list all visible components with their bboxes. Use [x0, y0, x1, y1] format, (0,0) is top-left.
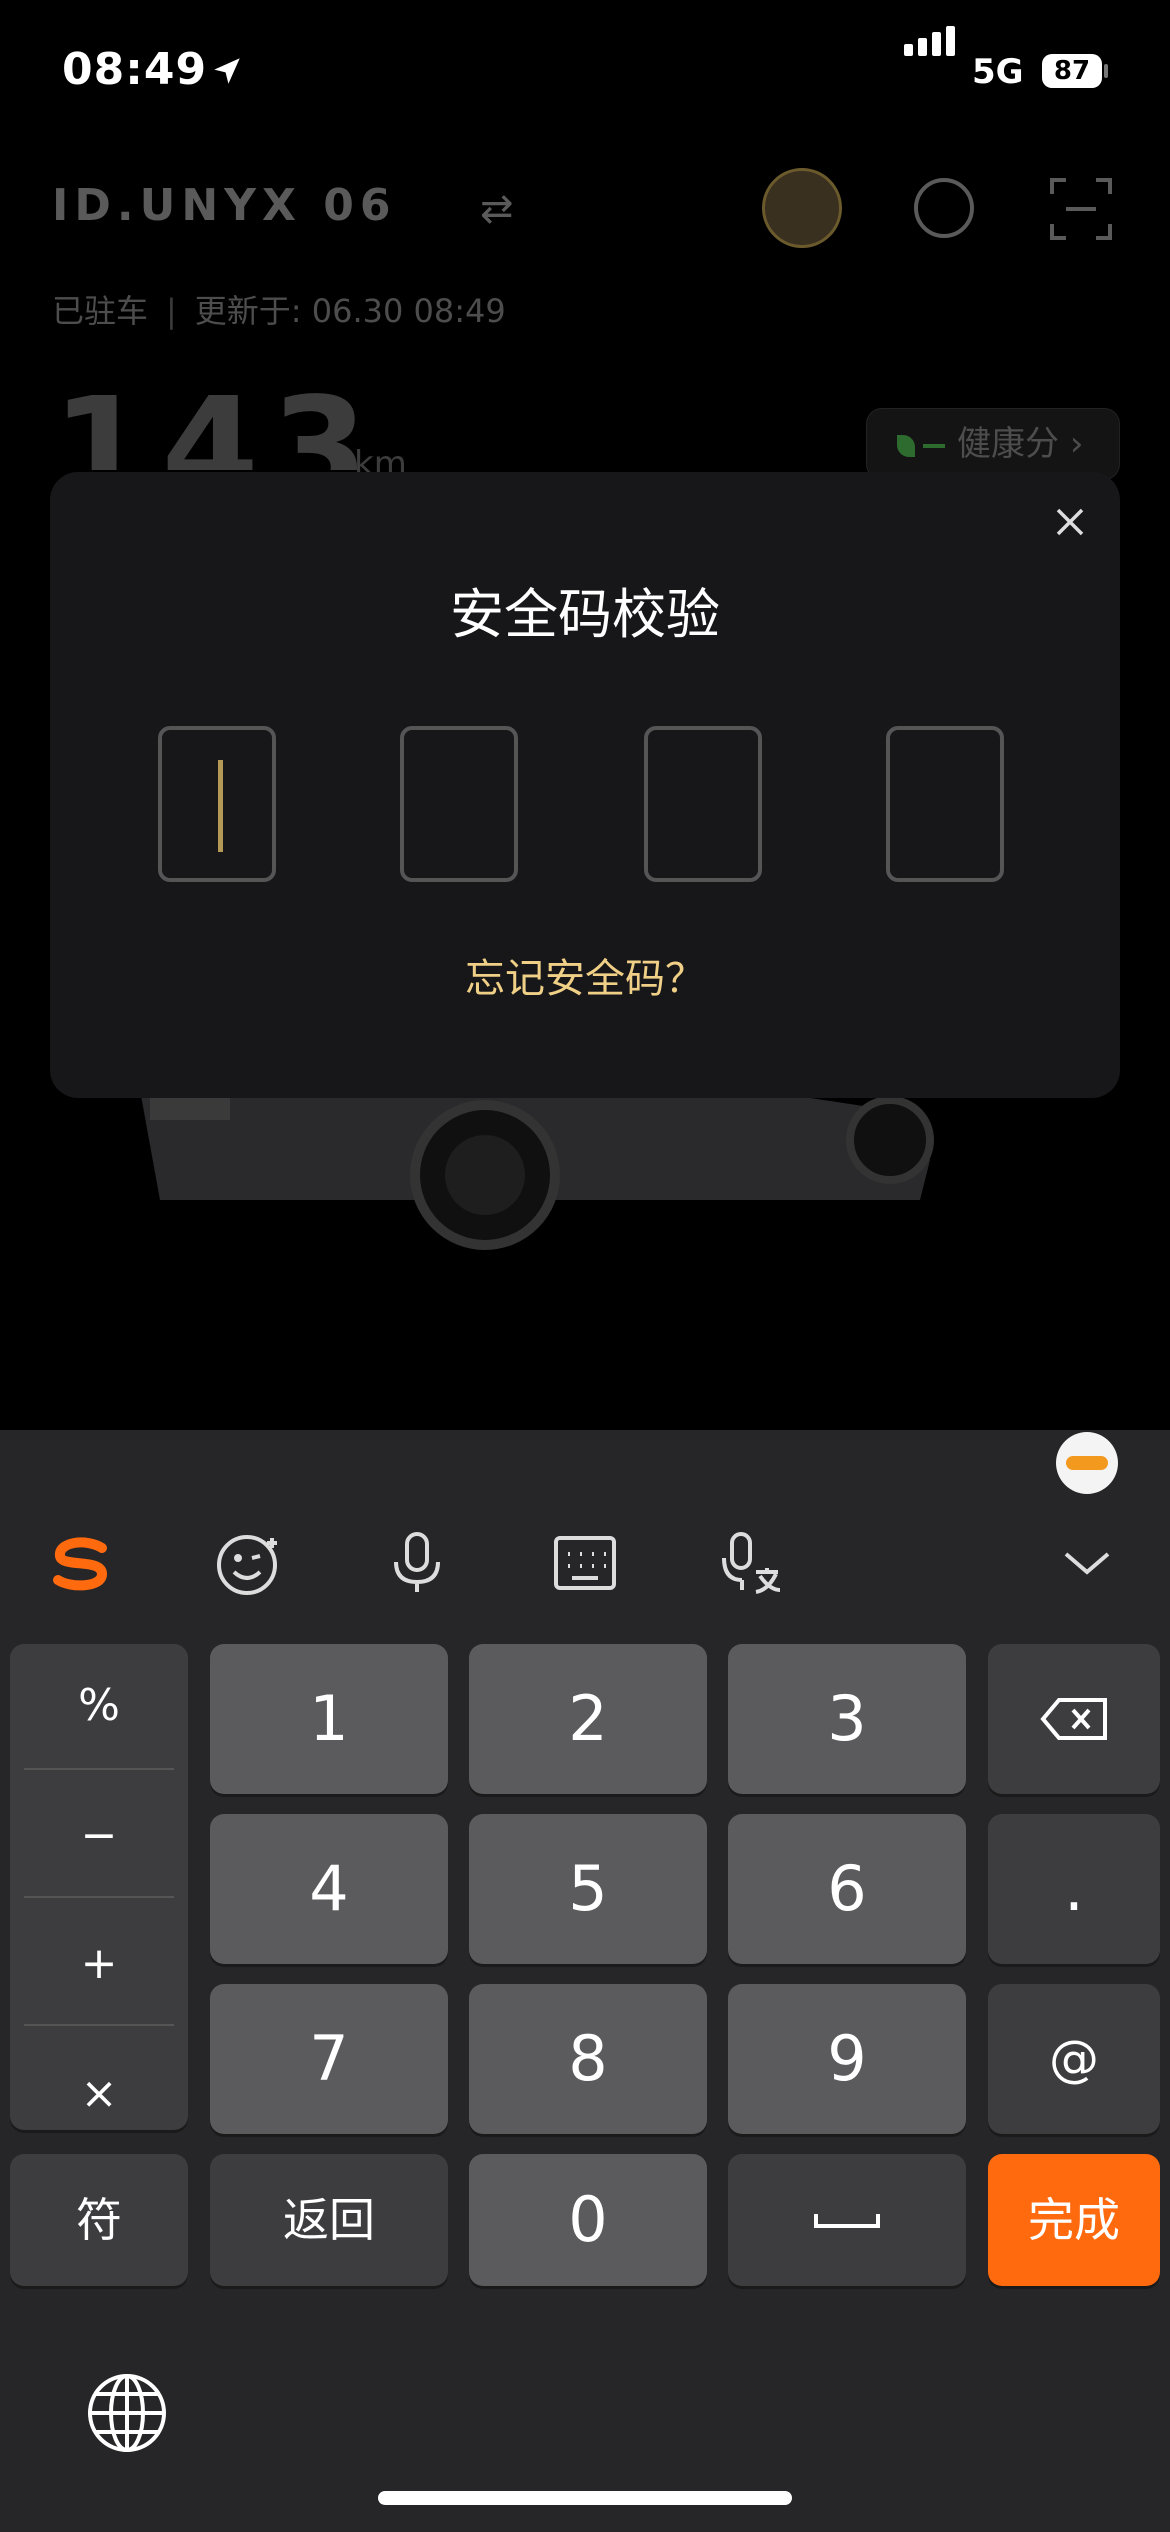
plus-key[interactable]: + — [10, 1904, 188, 2024]
scan-icon[interactable] — [1050, 178, 1112, 240]
parked-label: 已驻车 — [52, 292, 149, 330]
globe-icon[interactable] — [86, 2372, 168, 2454]
health-score-button[interactable]: 健康分 › — [866, 408, 1120, 480]
close-icon[interactable] — [1050, 502, 1090, 542]
code-digit-1[interactable] — [158, 726, 276, 882]
vehicle-name[interactable]: ID.UNYX 06 — [52, 180, 397, 231]
key-5[interactable]: 5 — [469, 1814, 707, 1964]
forgot-code-link[interactable]: 忘记安全码？ — [0, 946, 1170, 1004]
parking-status: 已驻车 | 更新于: 06.30 08:49 — [52, 292, 506, 330]
chevron-right-icon: › — [1069, 424, 1084, 464]
avatar[interactable] — [762, 168, 842, 248]
space-key[interactable] — [728, 2154, 966, 2286]
code-digit-2[interactable] — [400, 726, 518, 882]
health-label: 健康分 — [957, 424, 1059, 464]
chat-icon[interactable] — [914, 178, 974, 238]
key-8[interactable]: 8 — [469, 1984, 707, 2134]
voice-translate-icon[interactable] — [718, 1528, 788, 1598]
percent-key[interactable]: % — [10, 1646, 188, 1766]
code-digit-4[interactable] — [886, 726, 1004, 882]
updated-time: 更新于: 06.30 08:49 — [194, 292, 506, 330]
key-2[interactable]: 2 — [469, 1644, 707, 1794]
keyboard-icon[interactable] — [550, 1528, 620, 1598]
divider — [24, 2024, 174, 2026]
backspace-key[interactable] — [988, 1644, 1160, 1794]
switch-vehicle-icon[interactable]: ⇄ — [480, 186, 514, 232]
status-time: 08:49 — [62, 44, 208, 95]
divider — [24, 1896, 174, 1898]
battery-indicator: 87 — [1042, 54, 1102, 88]
multiply-key[interactable]: × — [10, 2034, 188, 2154]
code-digit-3[interactable] — [644, 726, 762, 882]
sogou-logo-icon[interactable] — [46, 1528, 116, 1598]
backspace-icon — [1040, 1698, 1107, 1740]
key-4[interactable]: 4 — [210, 1814, 448, 1964]
key-7[interactable]: 7 — [210, 1984, 448, 2134]
battery-cap — [1104, 64, 1108, 78]
mascot-icon[interactable] — [1056, 1432, 1118, 1494]
key-3[interactable]: 3 — [728, 1644, 966, 1794]
space-icon — [814, 2214, 880, 2228]
key-1[interactable]: 1 — [210, 1644, 448, 1794]
key-9[interactable]: 9 — [728, 1984, 966, 2134]
key-0[interactable]: 0 — [469, 2154, 707, 2286]
network-label: 5G — [972, 52, 1024, 92]
dialog-title: 安全码校验 — [450, 583, 720, 646]
chevron-down-icon[interactable] — [1052, 1528, 1122, 1598]
emoji-icon[interactable] — [214, 1528, 284, 1598]
done-key[interactable]: 完成 — [988, 2154, 1160, 2286]
location-arrow-icon — [214, 58, 240, 84]
microphone-icon[interactable] — [382, 1528, 452, 1598]
at-key[interactable]: @ — [988, 1984, 1160, 2134]
home-indicator[interactable] — [378, 2491, 792, 2505]
back-key[interactable]: 返回 — [210, 2154, 448, 2286]
text-cursor — [218, 760, 223, 852]
leaf-icon — [897, 434, 915, 457]
health-dash — [923, 443, 945, 448]
range-value: 143 — [52, 380, 381, 470]
minus-key[interactable]: − — [10, 1776, 188, 1896]
symbols-key[interactable]: 符 — [10, 2154, 188, 2286]
dot-key[interactable]: . — [988, 1814, 1160, 1964]
key-6[interactable]: 6 — [728, 1814, 966, 1964]
divider — [24, 1768, 174, 1770]
